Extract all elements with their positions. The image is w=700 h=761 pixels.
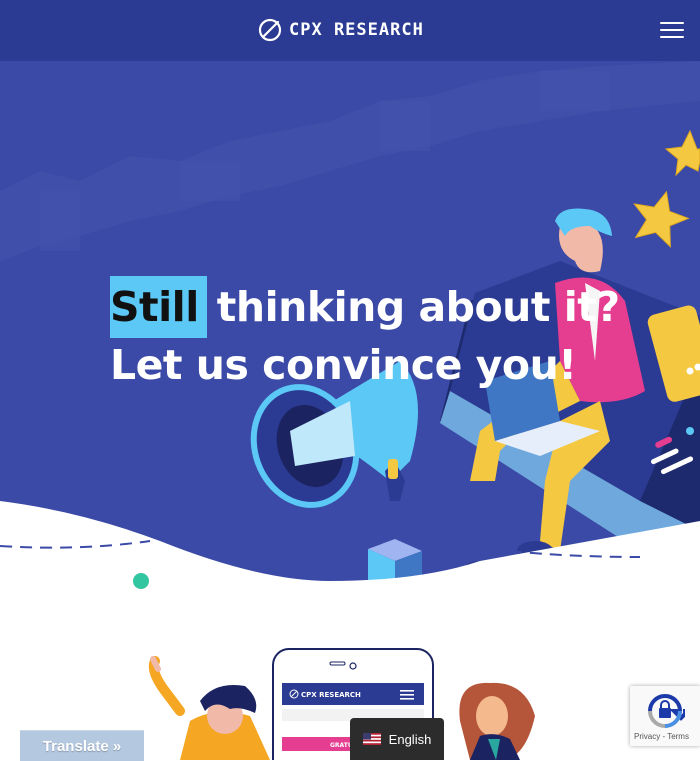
language-switcher[interactable]: English bbox=[350, 718, 444, 760]
hamburger-menu-icon bbox=[660, 29, 684, 31]
brand-name: CPX RESEARCH bbox=[289, 20, 424, 40]
hero-section: Still thinking about it? Let us convince… bbox=[0, 61, 700, 621]
hero-line-1-rest: thinking about it? bbox=[217, 280, 620, 334]
hamburger-menu-icon bbox=[660, 36, 684, 38]
language-label: English bbox=[389, 732, 432, 747]
star-icon bbox=[666, 131, 700, 175]
menu-button[interactable] bbox=[660, 20, 686, 40]
hero-line-1: Still thinking about it? bbox=[110, 276, 620, 338]
person-right-illustration bbox=[459, 683, 535, 760]
translate-label: Translate » bbox=[43, 738, 121, 755]
us-flag-icon bbox=[363, 733, 381, 745]
translate-button[interactable]: Translate » bbox=[20, 730, 144, 761]
phone-mockup-brand: CPX RESEARCH bbox=[301, 691, 361, 699]
hero-line-2: Let us convince you! bbox=[110, 338, 620, 392]
recaptcha-badge[interactable]: Privacy - Terms bbox=[630, 686, 700, 746]
navbar: CPX RESEARCH bbox=[0, 0, 700, 61]
hero-wave bbox=[0, 501, 700, 621]
highlight-word: Still bbox=[110, 276, 207, 338]
recaptcha-icon bbox=[645, 692, 685, 730]
hamburger-menu-icon bbox=[660, 22, 684, 24]
recaptcha-links[interactable]: Privacy - Terms bbox=[634, 732, 689, 741]
hero-headline: Still thinking about it? Let us convince… bbox=[110, 276, 620, 392]
star-icon bbox=[626, 185, 694, 250]
brand-logo[interactable]: CPX RESEARCH bbox=[257, 17, 424, 43]
slashed-circle-icon bbox=[257, 17, 283, 43]
person-left-illustration bbox=[153, 659, 270, 760]
